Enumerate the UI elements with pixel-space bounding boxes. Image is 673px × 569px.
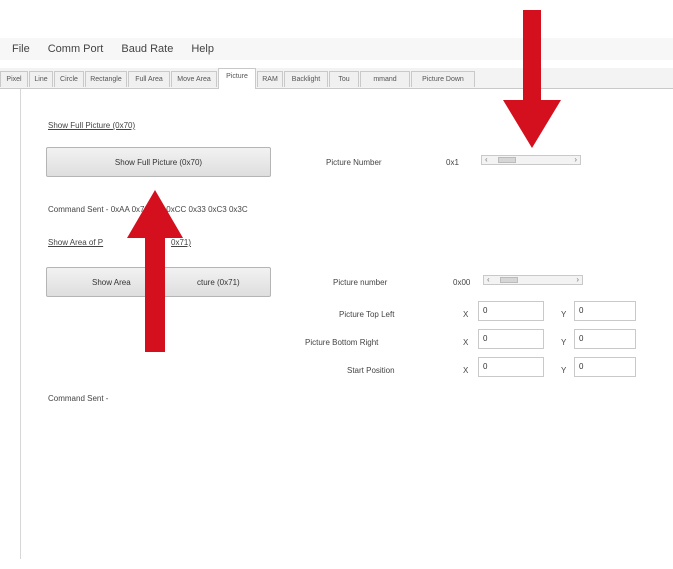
area-picture-number-label: Picture number: [333, 278, 388, 287]
picture-number-value: 0x1: [446, 158, 459, 167]
tab-picture-download[interactable]: Picture Down: [411, 71, 475, 87]
tab-picture[interactable]: Picture: [218, 68, 256, 89]
menu-help[interactable]: Help: [191, 43, 214, 55]
tab-circle[interactable]: Circle: [54, 71, 84, 87]
bottom-right-x-field[interactable]: 0: [478, 329, 544, 349]
tab-move-area[interactable]: Move Area: [171, 71, 217, 87]
show-full-picture-button[interactable]: Show Full Picture (0x70): [46, 147, 271, 177]
tab-backlight[interactable]: Backlight: [284, 71, 328, 87]
scroll-left-icon[interactable]: ‹: [485, 155, 488, 164]
tab-touch[interactable]: Tou: [329, 71, 359, 87]
bottom-right-y-label: Y: [561, 338, 567, 347]
start-x-field[interactable]: 0: [478, 357, 544, 377]
bottom-right-y-field[interactable]: 0: [574, 329, 636, 349]
show-area-button-label-right: cture (0x71): [197, 278, 240, 287]
up-arrow-icon: [127, 190, 183, 352]
start-y-field[interactable]: 0: [574, 357, 636, 377]
area-picture-number-value: 0x00: [453, 278, 471, 287]
picture-top-left-label: Picture Top Left: [339, 310, 395, 319]
start-x-label: X: [463, 366, 469, 375]
tab-line[interactable]: Line: [29, 71, 53, 87]
down-arrow-icon: [503, 10, 561, 148]
section-show-area-of-picture-left: Show Area of P: [48, 238, 104, 247]
tab-pixel[interactable]: Pixel: [0, 71, 28, 87]
tab-ram[interactable]: RAM: [257, 71, 283, 87]
scroll-thumb[interactable]: [498, 157, 516, 163]
picture-bottom-right-label: Picture Bottom Right: [305, 338, 379, 347]
menu-baud-rate[interactable]: Baud Rate: [121, 43, 173, 55]
area-picture-number-scrollbar[interactable]: ‹ ›: [483, 275, 583, 285]
picture-number-scrollbar[interactable]: ‹ ›: [481, 155, 581, 165]
area-command-sent: Command Sent -: [48, 394, 109, 403]
tab-rectangle[interactable]: Rectangle: [85, 71, 127, 87]
top-left-y-field[interactable]: 0: [574, 301, 636, 321]
menu-bar: File Comm Port Baud Rate Help: [0, 38, 673, 60]
menu-file[interactable]: File: [12, 43, 30, 55]
top-left-x-field[interactable]: 0: [478, 301, 544, 321]
scroll-thumb[interactable]: [500, 277, 518, 283]
start-y-label: Y: [561, 366, 567, 375]
scroll-left-icon[interactable]: ‹: [487, 275, 490, 284]
menu-comm-port[interactable]: Comm Port: [48, 43, 104, 55]
scroll-right-icon[interactable]: ›: [576, 275, 579, 284]
top-left-x-label: X: [463, 310, 469, 319]
tab-command[interactable]: mmand: [360, 71, 410, 87]
bottom-right-x-label: X: [463, 338, 469, 347]
picture-number-label: Picture Number: [326, 158, 382, 167]
scroll-right-icon[interactable]: ›: [574, 155, 577, 164]
top-left-y-label: Y: [561, 310, 567, 319]
tab-full-area[interactable]: Full Area: [128, 71, 170, 87]
start-position-label: Start Position: [347, 366, 395, 375]
tab-strip: Pixel Line Circle Rectangle Full Area Mo…: [0, 68, 673, 89]
picture-tab-panel: Show Full Picture (0x70) Show Full Pictu…: [20, 89, 673, 559]
section-show-full-picture: Show Full Picture (0x70): [48, 121, 136, 130]
